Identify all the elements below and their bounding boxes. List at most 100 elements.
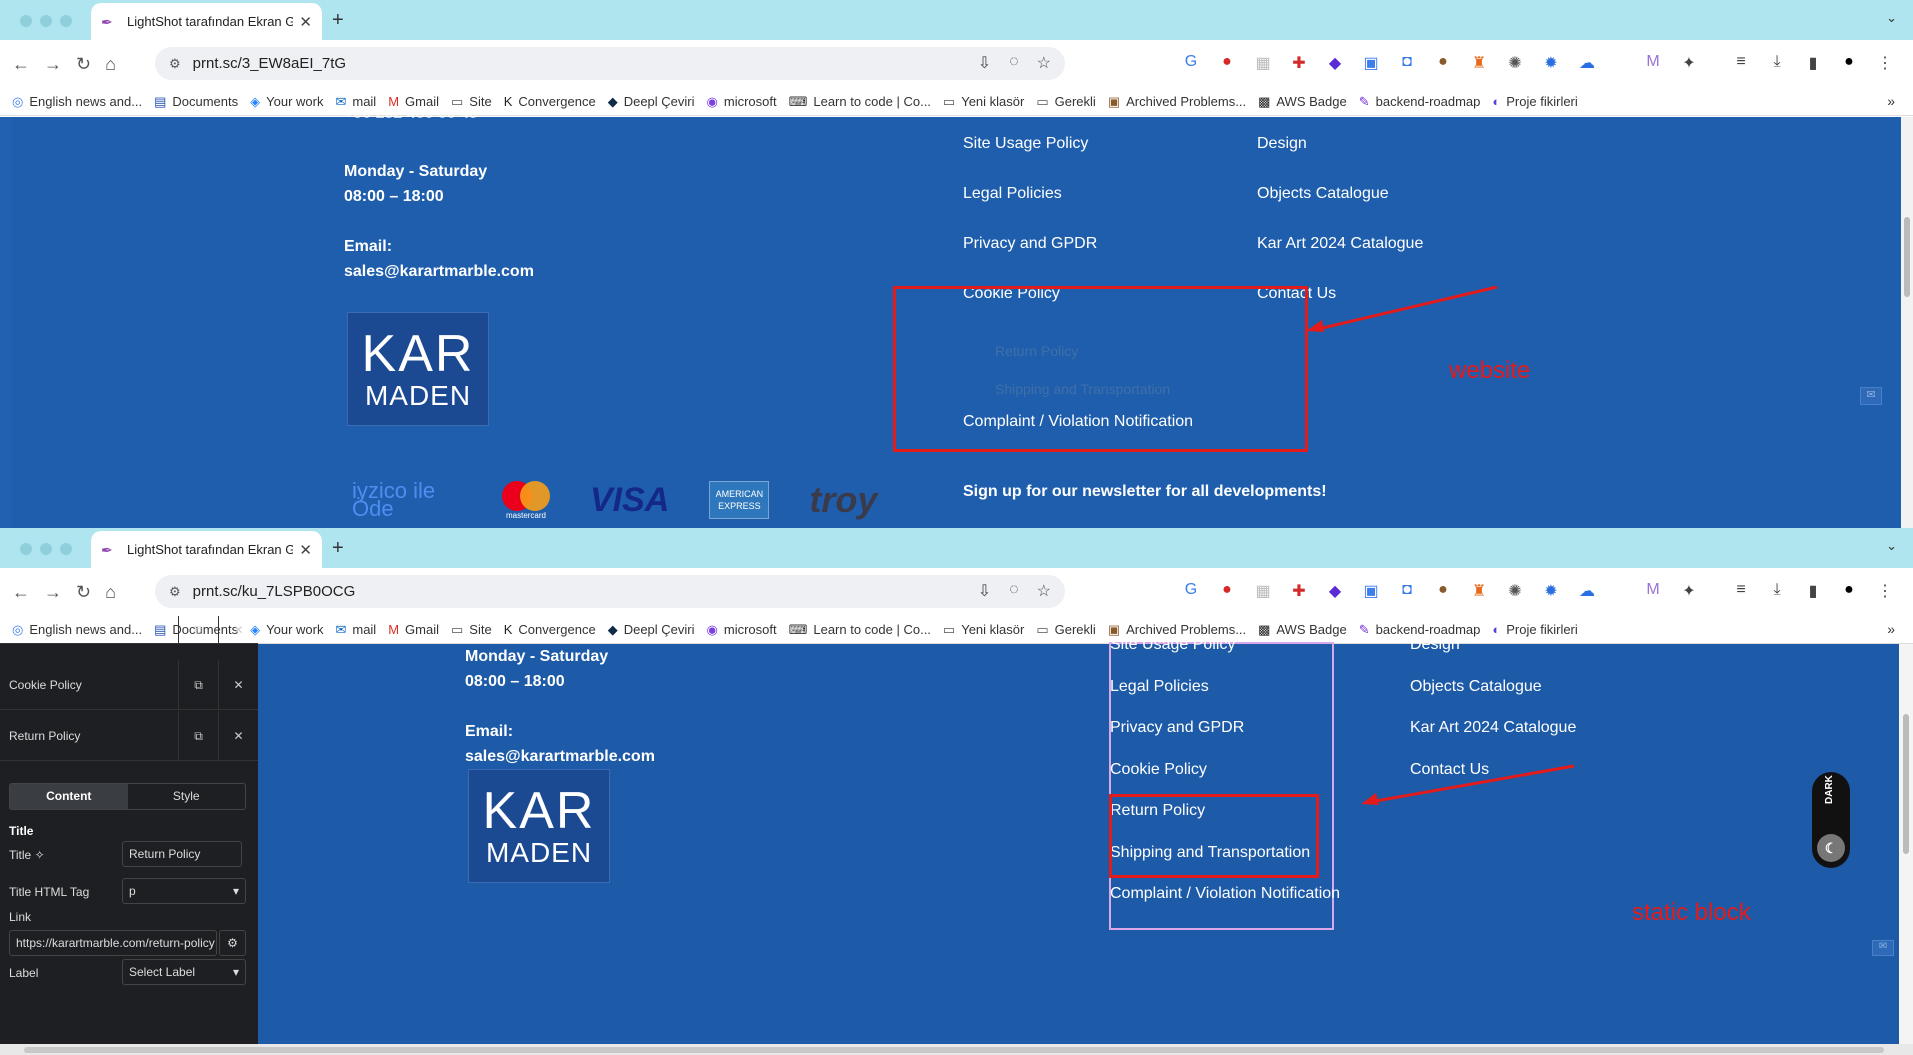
media-icon[interactable]: ≡ — [1730, 581, 1752, 601]
menu-kebab-icon[interactable]: ⋮ — [1874, 581, 1896, 601]
footer-link-design[interactable]: Design — [1410, 636, 1460, 654]
close-tab-icon[interactable]: ✕ — [299, 541, 312, 559]
duplicate-icon[interactable]: ⧉ — [178, 615, 218, 644]
bookmark-item[interactable]: ◈ Your work — [250, 622, 323, 638]
footer-link-complaint[interactable]: Complaint / Violation Notification — [1110, 885, 1340, 903]
dark-mode-toggle[interactable]: DARK ☾ — [1812, 772, 1850, 868]
new-tab-icon[interactable]: + — [332, 537, 344, 560]
footer-link-design[interactable]: Design — [1257, 135, 1307, 153]
extensions-puzzle-icon[interactable]: ✦ — [1678, 581, 1700, 601]
bookmark-item[interactable]: ✎ backend-roadmap — [1359, 94, 1481, 110]
extension-plus-icon[interactable]: ✚ — [1288, 53, 1310, 73]
remove-icon[interactable]: ✕ — [218, 615, 258, 644]
site-info-icon[interactable]: ⚙ — [169, 584, 181, 600]
back-icon[interactable]: ← — [12, 54, 30, 75]
footer-link-catalogue[interactable]: Kar Art 2024 Catalogue — [1257, 235, 1423, 253]
footer-link-privacy[interactable]: Privacy and GPDR — [1110, 719, 1244, 737]
extension-gear-icon[interactable]: ✺ — [1504, 581, 1526, 601]
tab-search-chevron-icon[interactable]: ⌄ — [1886, 538, 1897, 554]
window-controls[interactable] — [20, 543, 72, 555]
bookmark-item[interactable]: ✉ mail — [335, 622, 376, 638]
remove-icon[interactable]: ✕ — [218, 710, 258, 761]
bookmark-item[interactable]: M Gmail — [388, 622, 439, 637]
footer-link-cookie[interactable]: Cookie Policy — [1110, 761, 1207, 779]
duplicate-icon[interactable]: ⧉ — [178, 659, 218, 710]
chat-widget-icon[interactable]: ✉ — [1872, 940, 1894, 956]
eye-off-icon[interactable]: ◌ — [1009, 53, 1019, 73]
footer-link-site-usage[interactable]: Site Usage Policy — [1110, 636, 1235, 654]
extension-grey-icon[interactable]: ▦ — [1252, 581, 1274, 601]
bookmark-item[interactable]: ◉ microsoft — [707, 622, 777, 638]
horizontal-scrollbar[interactable] — [0, 1044, 1913, 1055]
extension-cloud-icon[interactable]: ☁ — [1576, 53, 1598, 73]
translate-icon[interactable]: G — [1180, 53, 1202, 73]
bookmark-item[interactable]: K Convergence — [504, 94, 596, 109]
forward-icon[interactable]: → — [44, 54, 62, 75]
extension-blue-icon[interactable]: ▣ — [1360, 581, 1382, 601]
link-settings-gear-icon[interactable]: ⚙ — [219, 930, 246, 956]
scrollbar[interactable] — [1899, 644, 1913, 1055]
extension-mail-icon[interactable]: M — [1642, 53, 1664, 73]
label-select[interactable]: Select Label ▾ — [122, 959, 246, 985]
site-info-icon[interactable]: ⚙ — [169, 56, 181, 72]
install-icon[interactable]: ⇩ — [978, 53, 991, 73]
email-link[interactable]: sales@karartmarble.com — [344, 259, 534, 285]
title-input[interactable]: Return Policy — [122, 841, 242, 867]
chat-widget-icon[interactable]: ✉ — [1860, 387, 1882, 405]
new-tab-icon[interactable]: + — [332, 9, 344, 32]
tab-search-chevron-icon[interactable]: ⌄ — [1886, 10, 1897, 26]
html-tag-select[interactable]: p ▾ — [122, 878, 246, 904]
bookmark-item[interactable]: ▩ AWS Badge — [1258, 622, 1347, 638]
forward-icon[interactable]: → — [44, 582, 62, 603]
extension-plus-icon[interactable]: ✚ — [1288, 581, 1310, 601]
footer-link-catalogue[interactable]: Kar Art 2024 Catalogue — [1410, 719, 1576, 737]
media-icon[interactable]: ≡ — [1730, 53, 1752, 73]
bookmark-item[interactable]: ◆ Deepl Çeviri — [608, 622, 695, 638]
browser-tab[interactable]: ✒ LightShot tarafından Ekran G ✕ — [91, 531, 322, 568]
bookmark-item[interactable]: ⌨ Learn to code | Co... — [789, 622, 931, 638]
kar-maden-logo[interactable]: KAR MADEN — [347, 312, 489, 426]
more-bookmarks-icon[interactable]: » — [1887, 621, 1895, 637]
menu-kebab-icon[interactable]: ⋮ — [1874, 53, 1896, 73]
eye-off-icon[interactable]: ◌ — [1009, 581, 1019, 601]
browser-tab[interactable]: ✒ LightShot tarafından Ekran G ✕ — [91, 3, 322, 40]
footer-link-site-usage[interactable]: Site Usage Policy — [963, 135, 1088, 153]
extension-camera-icon[interactable]: ◘ — [1396, 53, 1418, 73]
extension-camera-icon[interactable]: ◘ — [1396, 581, 1418, 601]
email-link[interactable]: sales@karartmarble.com — [465, 744, 655, 770]
extension-red-icon[interactable]: ● — [1216, 53, 1238, 73]
footer-link-privacy[interactable]: Privacy and GPDR — [963, 235, 1097, 253]
bookmark-item[interactable]: ▭ Yeni klasör — [943, 622, 1024, 638]
bookmark-star-icon[interactable]: ☆ — [1037, 581, 1051, 601]
extension-mail-icon[interactable]: M — [1642, 581, 1664, 601]
extension-blue-icon[interactable]: ▣ — [1360, 53, 1382, 73]
extension-cloud-icon[interactable]: ☁ — [1576, 581, 1598, 601]
profile-avatar[interactable]: ● — [1838, 581, 1860, 601]
reload-icon[interactable]: ↻ — [76, 54, 91, 75]
address-bar[interactable]: ⚙ prnt.sc/ku_7LSPB0OCG ⇩ ◌ ☆ — [155, 575, 1065, 608]
bookmark-item[interactable]: ▭ Gerekli — [1036, 622, 1095, 638]
extension-orange-icon[interactable]: ♜ — [1468, 53, 1490, 73]
bookmark-item[interactable]: ⌨ Learn to code | Co... — [789, 94, 931, 110]
home-icon[interactable]: ⌂ — [105, 582, 116, 603]
tab-content[interactable]: Content — [10, 784, 128, 809]
extension-grey-icon[interactable]: ▦ — [1252, 53, 1274, 73]
extension-gear-icon[interactable]: ✺ — [1504, 53, 1526, 73]
more-bookmarks-icon[interactable]: » — [1887, 93, 1895, 109]
footer-link-objects[interactable]: Objects Catalogue — [1410, 678, 1542, 696]
footer-link-legal[interactable]: Legal Policies — [1110, 678, 1209, 696]
home-icon[interactable]: ⌂ — [105, 54, 116, 75]
kar-maden-logo[interactable]: KAR MADEN — [468, 769, 610, 883]
extension-globe-icon[interactable]: ✹ — [1540, 53, 1562, 73]
scrollbar[interactable] — [1901, 117, 1913, 528]
bookmark-item[interactable]: ◉ microsoft — [707, 94, 777, 110]
repeater-row-cookie[interactable]: Cookie Policy ⧉ ✕ — [0, 659, 258, 710]
translate-icon[interactable]: G — [1180, 581, 1202, 601]
cookie-icon[interactable]: ● — [1432, 581, 1454, 601]
repeater-row-return[interactable]: Return Policy ⧉ ✕ — [0, 710, 258, 761]
bookmark-item[interactable]: ▭ Site — [451, 622, 492, 638]
download-icon[interactable]: ⤓ — [1766, 581, 1788, 601]
extension-orange-icon[interactable]: ♜ — [1468, 581, 1490, 601]
link-input[interactable]: https://karartmarble.com/return-policy — [9, 930, 217, 956]
repeater-row-partial[interactable]: ⧉ ✕ — [0, 615, 258, 644]
